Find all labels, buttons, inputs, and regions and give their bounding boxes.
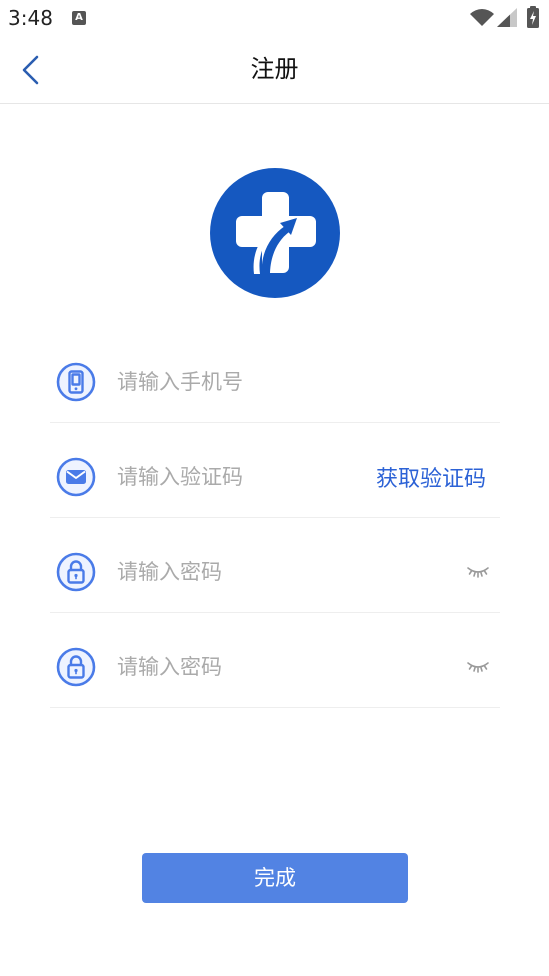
lock-icon <box>56 552 96 592</box>
password-row <box>50 518 500 613</box>
battery-charging-icon <box>527 6 539 28</box>
phone-input[interactable] <box>117 361 500 402</box>
password-visibility-toggle[interactable] <box>466 565 490 579</box>
sms-code-row: 获取验证码 <box>50 423 500 518</box>
sms-code-input[interactable] <box>117 456 376 497</box>
chevron-left-icon <box>22 55 39 85</box>
mail-icon <box>56 457 96 497</box>
status-bar: 3:48 A <box>0 0 549 36</box>
lock-icon <box>56 647 96 687</box>
eye-closed-icon <box>467 661 489 673</box>
password-input[interactable] <box>117 551 466 592</box>
confirm-password-row <box>50 613 500 708</box>
top-app-bar: 注册 <box>0 36 549 104</box>
app-logo <box>210 168 340 298</box>
phone-row <box>50 328 500 423</box>
page-title: 注册 <box>250 55 299 83</box>
confirm-password-visibility-toggle[interactable] <box>466 660 490 674</box>
register-form: 获取验证码 <box>50 328 500 708</box>
wifi-icon <box>470 9 494 26</box>
medical-cross-arrow-logo <box>210 168 340 298</box>
text-a-notification-icon: A <box>72 11 86 25</box>
submit-button[interactable]: 完成 <box>142 853 408 903</box>
status-time: 3:48 <box>8 6 53 30</box>
cell-signal-icon <box>497 8 517 27</box>
confirm-password-input[interactable] <box>117 646 466 687</box>
back-button[interactable] <box>20 54 46 86</box>
eye-closed-icon <box>467 566 489 578</box>
phone-icon <box>56 362 96 402</box>
get-code-button[interactable]: 获取验证码 <box>376 461 486 493</box>
